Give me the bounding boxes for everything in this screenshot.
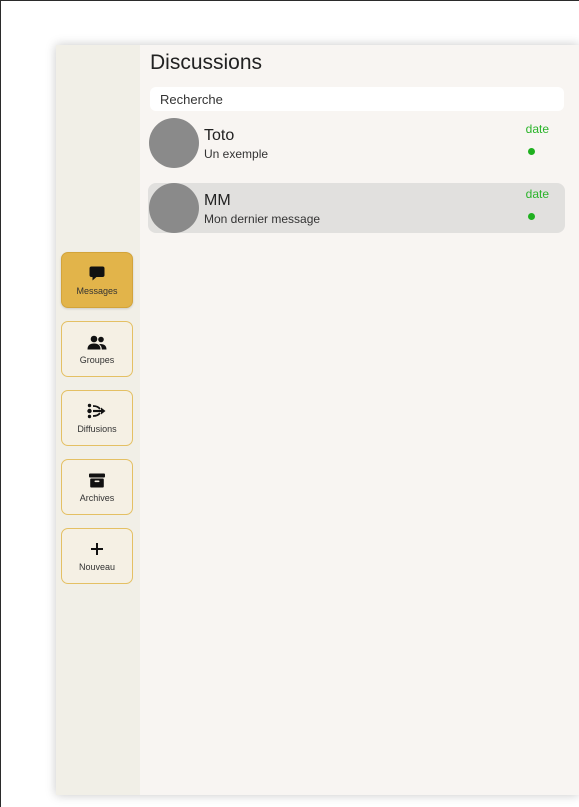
sidebar-item-archives[interactable]: Archives: [61, 459, 133, 515]
archive-box-icon: [87, 471, 107, 489]
unread-indicator: [528, 213, 535, 220]
sidebar-item-nouveau[interactable]: Nouveau: [61, 528, 133, 584]
conversation-date: date: [525, 122, 549, 136]
app-window: Messages Groupes Diffusions Archives Nou…: [56, 45, 579, 795]
avatar: [149, 183, 199, 233]
users-icon: [87, 333, 107, 351]
conversation-name: MM: [204, 192, 231, 209]
page-title: Discussions: [150, 51, 263, 74]
sidebar-item-label: Groupes: [79, 355, 115, 365]
conversation-item-mm[interactable]: MM Mon dernier message date: [148, 183, 565, 233]
unread-indicator: [528, 148, 535, 155]
conversation-date: date: [525, 187, 549, 201]
conversations-panel: Discussions Toto Un exemple date MM Mon …: [140, 45, 579, 795]
chat-bubble-icon: [87, 264, 107, 282]
sidebar-item-groupes[interactable]: Groupes: [61, 321, 133, 377]
sidebar: Messages Groupes Diffusions Archives Nou…: [56, 45, 140, 795]
conversation-preview: Un exemple: [204, 147, 269, 161]
conversation-item-toto[interactable]: Toto Un exemple date: [148, 118, 565, 168]
sidebar-item-label: Nouveau: [78, 562, 116, 572]
conversation-preview: Mon dernier message: [204, 212, 321, 226]
broadcast-icon: [87, 402, 107, 420]
search-input[interactable]: [150, 87, 564, 111]
plus-icon: [87, 540, 107, 558]
conversation-name: Toto: [204, 127, 235, 144]
sidebar-item-label: Messages: [76, 286, 118, 296]
avatar: [149, 118, 199, 168]
sidebar-item-label: Diffusions: [77, 424, 117, 434]
sidebar-item-diffusions[interactable]: Diffusions: [61, 390, 133, 446]
sidebar-item-label: Archives: [79, 493, 115, 503]
sidebar-item-messages[interactable]: Messages: [61, 252, 133, 308]
